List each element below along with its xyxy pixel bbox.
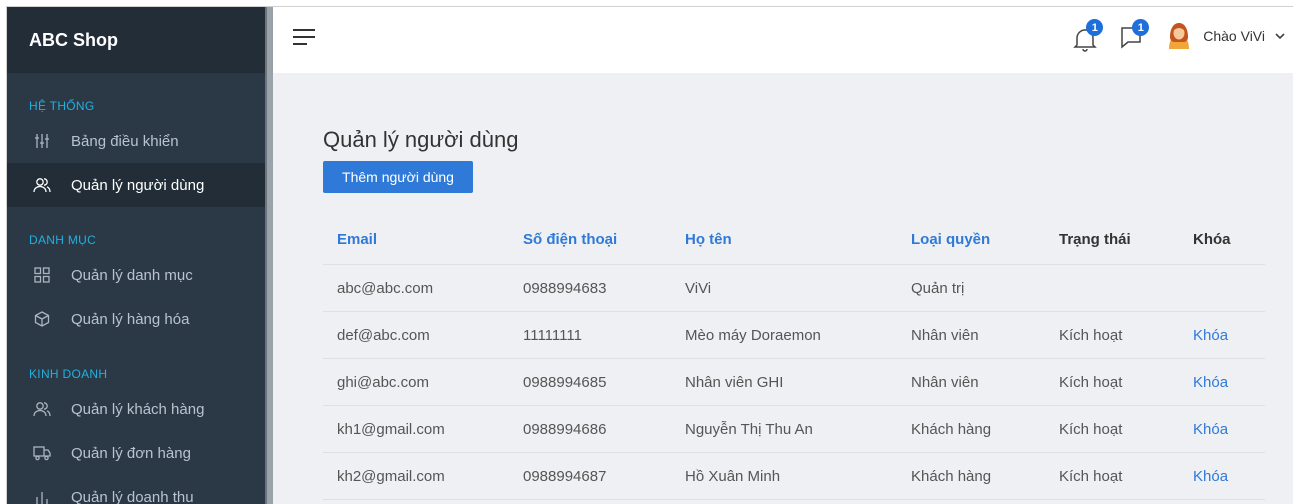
sidebar-item-users[interactable]: Quản lý người dùng — [7, 163, 265, 207]
cell-phone: 0988994685 — [523, 373, 607, 391]
lock-link[interactable]: Khóa — [1179, 468, 1265, 485]
user-greeting: Chào ViVi — [1203, 28, 1265, 44]
menu-toggle-button[interactable] — [293, 29, 315, 47]
cell-phone: 0988994687 — [523, 467, 607, 485]
sidebar-item-label: Quản lý doanh thu — [71, 488, 194, 504]
chevron-down-icon — [1275, 33, 1285, 40]
hamburger-line — [293, 29, 315, 31]
cell-role: Nhân viên — [911, 373, 979, 391]
table-row: kh2@gmail.com 0988994687 Hồ Xuân Minh Kh… — [323, 453, 1265, 500]
sidebar-item-dashboard[interactable]: Bảng điều khiển — [7, 119, 265, 163]
avatar — [1169, 23, 1190, 49]
cell-status: Kích hoạt — [1059, 467, 1123, 485]
add-user-button[interactable]: Thêm người dùng — [323, 161, 473, 193]
cell-name: ViVi — [685, 279, 712, 297]
sidebar-item-categories[interactable]: Quản lý danh mục — [7, 253, 265, 297]
sidebar-item-orders[interactable]: Quản lý đơn hàng — [7, 431, 265, 475]
users-icon — [33, 400, 51, 418]
sidebar-item-label: Quản lý khách hàng — [71, 400, 205, 418]
chart-icon — [33, 488, 51, 504]
column-header-lock: Khóa — [1193, 231, 1231, 248]
cell-status: Kích hoạt — [1059, 420, 1123, 438]
table-row: abc@abc.com 0988994683 ViVi Quản trị — [323, 265, 1265, 312]
section-title-catalog: DANH MỤC — [29, 233, 97, 247]
messages-button[interactable]: 1 — [1119, 19, 1150, 51]
sidebar-item-label: Quản lý đơn hàng — [71, 444, 191, 462]
section-title-system: HỆ THỐNG — [29, 99, 95, 113]
cell-name: Nguyễn Thị Thu An — [685, 420, 813, 438]
sidebar-scrollbar[interactable] — [265, 7, 273, 504]
sidebar-item-label: Quản lý hàng hóa — [71, 310, 190, 328]
cell-role: Nhân viên — [911, 326, 979, 344]
cell-email: kh1@gmail.com — [337, 420, 445, 438]
column-header-email[interactable]: Email — [323, 231, 509, 248]
lock-link[interactable]: Khóa — [1179, 421, 1265, 438]
table-row: ghi@abc.com 0988994685 Nhân viên GHI Nhâ… — [323, 359, 1265, 406]
truck-icon — [33, 444, 51, 462]
cell-phone: 0988994683 — [523, 279, 607, 297]
cell-name: Mèo máy Doraemon — [685, 326, 821, 344]
sidebar-item-label: Quản lý người dùng — [71, 176, 205, 194]
messages-badge: 1 — [1132, 19, 1150, 36]
column-header-role[interactable]: Loại quyền — [897, 231, 1045, 248]
users-table: Email Số điện thoại Họ tên Loại quyền Tr… — [323, 215, 1265, 500]
cell-phone: 11111111 — [523, 326, 582, 344]
sidebar-item-label: Bảng điều khiển — [71, 132, 179, 150]
notifications-button[interactable]: 1 — [1073, 19, 1104, 52]
column-header-name[interactable]: Họ tên — [671, 231, 897, 248]
sliders-icon — [33, 132, 51, 150]
sidebar-item-customers[interactable]: Quản lý khách hàng — [7, 387, 265, 431]
sidebar-header: ABC Shop — [7, 7, 265, 73]
cell-email: def@abc.com — [337, 326, 430, 344]
sidebar-item-products[interactable]: Quản lý hàng hóa — [7, 297, 265, 341]
notifications-badge: 1 — [1086, 19, 1104, 36]
hamburger-line — [293, 36, 315, 38]
lock-link[interactable]: Khóa — [1179, 327, 1265, 344]
cell-phone: 0988994686 — [523, 420, 607, 438]
page-title: Quản lý người dùng — [323, 127, 519, 152]
grid-icon — [33, 266, 51, 284]
cell-email: abc@abc.com — [337, 279, 434, 297]
cell-role: Quản trị — [911, 279, 965, 297]
sidebar-item-revenue[interactable]: Quản lý doanh thu — [7, 475, 265, 504]
brand-logo[interactable]: ABC Shop — [29, 30, 118, 51]
topbar: 1 1 Chào ViVi — [273, 7, 1293, 73]
users-icon — [33, 176, 51, 194]
lock-link[interactable]: Khóa — [1179, 374, 1265, 391]
topbar-actions: 1 1 Chào ViVi — [1073, 19, 1285, 52]
box-icon — [33, 310, 51, 328]
cell-name: Hồ Xuân Minh — [685, 467, 781, 485]
table-row: kh1@gmail.com 0988994686 Nguyễn Thị Thu … — [323, 406, 1265, 453]
hamburger-line — [293, 43, 307, 45]
column-header-phone[interactable]: Số điện thoại — [509, 231, 671, 248]
cell-email: kh2@gmail.com — [337, 467, 445, 485]
sidebar-item-label: Quản lý danh mục — [71, 266, 193, 284]
section-title-business: KINH DOANH — [29, 367, 108, 381]
main-content: Quản lý người dùng Thêm người dùng Email… — [273, 73, 1293, 504]
sidebar: ABC Shop HỆ THỐNG Bảng điều khiển Quản l… — [7, 7, 265, 504]
user-menu[interactable]: Chào ViVi — [1165, 21, 1285, 51]
table-row: def@abc.com 11111111 Mèo máy Doraemon Nh… — [323, 312, 1265, 359]
cell-status: Kích hoạt — [1059, 373, 1123, 391]
app-frame: ABC Shop HỆ THỐNG Bảng điều khiển Quản l… — [6, 6, 1293, 504]
cell-email: ghi@abc.com — [337, 373, 429, 391]
cell-role: Khách hàng — [911, 420, 992, 438]
cell-role: Khách hàng — [911, 467, 992, 485]
table-header: Email Số điện thoại Họ tên Loại quyền Tr… — [323, 215, 1265, 265]
cell-status: Kích hoạt — [1059, 326, 1123, 344]
cell-name: Nhân viên GHI — [685, 373, 784, 391]
column-header-status: Trạng thái — [1059, 231, 1131, 248]
